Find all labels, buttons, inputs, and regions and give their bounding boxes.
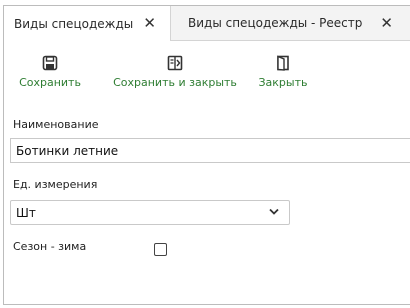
season-winter-label: Сезон - зима [13,240,87,253]
close-button[interactable]: Закрыть [254,55,312,89]
unit-select-value: Шт [16,205,36,220]
save-label: Сохранить [19,76,81,89]
close-icon[interactable]: ✕ [143,16,156,31]
close-label: Закрыть [258,76,308,89]
tab-vidy-specodezhdy-reestr[interactable]: Виды спецодежды - Реестр ✕ [172,6,410,40]
chevron-down-icon [269,208,279,215]
tab-vidy-specodezhdy[interactable]: Виды спецодежды ✕ [4,6,171,41]
close-icon[interactable]: ✕ [380,15,393,31]
window-frame: Виды спецодежды ✕ Виды спецодежды - Реес… [3,5,410,305]
tab-label: Виды спецодежды - Реестр [188,16,363,30]
name-field-value: Ботинки летние [16,143,119,158]
save-and-close-button[interactable]: Сохранить и закрыть [110,55,240,89]
save-button[interactable]: Сохранить [18,55,82,89]
tab-label: Виды спецодежды [14,16,134,31]
name-field-label: Наименование [13,118,99,131]
save-and-close-icon [167,55,183,71]
tab-bar: Виды спецодежды ✕ Виды спецодежды - Реес… [4,6,410,41]
save-and-close-label: Сохранить и закрыть [113,76,237,89]
floppy-disk-icon [42,55,58,71]
season-winter-checkbox[interactable] [154,243,167,256]
door-icon [277,55,289,71]
unit-field-label: Ед. измерения [13,178,98,191]
name-field[interactable]: Ботинки летние [10,138,410,163]
unit-select[interactable]: Шт [10,200,290,225]
toolbar: Сохранить Сохранить и закрыть Закрыть [4,41,410,101]
